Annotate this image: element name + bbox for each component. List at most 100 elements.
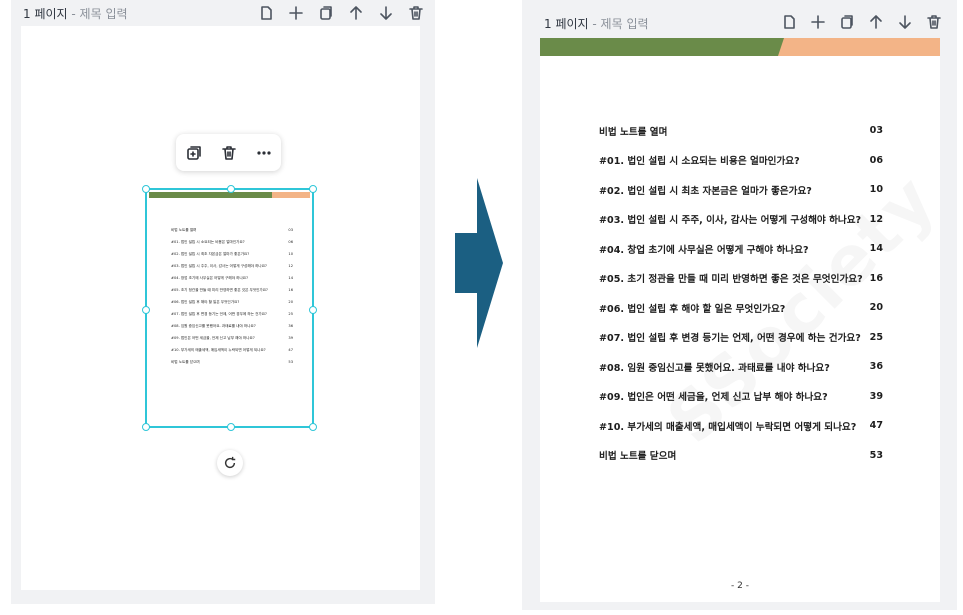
page-icon[interactable] — [780, 13, 798, 31]
toc-row: #09. 법인은 어떤 세금을, 언제 신고 납부 해야 하나요? 39 — [599, 382, 883, 412]
page-title-input[interactable]: 제목 입력 — [601, 17, 649, 31]
toc-entry-page: 10 — [288, 252, 293, 256]
page-number: - 2 - — [731, 581, 749, 591]
mini-toc-row: #02. 법인 설립 시 최초 자본금은 얼마가 좋은가요? 10 — [171, 248, 293, 260]
toc-entry-page: 36 — [288, 324, 293, 328]
toc-entry-page: 16 — [288, 288, 293, 292]
element-context-toolbar — [176, 134, 281, 171]
toc-entry-title: 비법 노트를 닫으며 — [599, 451, 677, 463]
duplicate-icon[interactable] — [317, 4, 335, 22]
page-label: 1 페이지 — [544, 17, 589, 31]
toc-row: #06. 법인 설립 후 해야 할 일은 무엇인가요? 20 — [599, 293, 883, 323]
resize-handle-top-left[interactable] — [142, 185, 150, 193]
duplicate-plus-icon[interactable] — [185, 144, 203, 162]
left-editor-panel: 1 페이지 - 제목 입력 비법 노트를 열며 03 #01. 법인 설립 시 소요… — [11, 0, 435, 604]
rotate-icon — [224, 456, 236, 469]
toc-entry-page: 47 — [288, 348, 293, 352]
selected-page-element[interactable]: 비법 노트를 열며 03 #01. 법인 설립 시 소요되는 비용은 얼마인가요? 0… — [142, 185, 317, 431]
add-icon[interactable] — [287, 4, 305, 22]
mini-toc-row: 비법 노트를 열며 03 — [171, 224, 293, 236]
resize-handle-bottom[interactable] — [227, 423, 235, 431]
mini-toc-row: #01. 법인 설립 시 소요되는 비용은 얼마인가요? 06 — [171, 236, 293, 248]
transition-arrow-icon — [455, 178, 503, 348]
mini-toc-row: #06. 법인 설립 후 해야 할 일은 무엇인가요? 20 — [171, 296, 293, 308]
arrow-up-icon[interactable] — [867, 13, 885, 31]
trash-icon[interactable] — [220, 144, 238, 162]
toc-entry-page: 25 — [869, 331, 883, 343]
toc-entry-title: #02. 법인 설립 시 최초 자본금은 얼마가 좋은가요? — [171, 252, 250, 256]
toc-entry-title: #08. 임원 중임신고를 못했어요. 과태료를 내야 하나요? — [599, 362, 830, 374]
mini-toc-row: #04. 창업 초기에 사무실은 어떻게 구해야 하나요? 14 — [171, 272, 293, 284]
arrow-up-icon[interactable] — [347, 4, 365, 22]
toc-entry-page: 03 — [869, 125, 883, 137]
toc-entry-title: #03. 법인 설립 시 주주, 이사, 감사는 어떻게 구성해야 하나요? — [599, 215, 862, 227]
resize-handle-bottom-right[interactable] — [309, 423, 317, 431]
resize-handle-top-right[interactable] — [309, 185, 317, 193]
toc-entry-title: #09. 법인은 어떤 세금을, 언제 신고 납부 해야 하나요? — [599, 392, 828, 404]
mini-page-thumbnail: 비법 노트를 열며 03 #01. 법인 설립 시 소요되는 비용은 얼마인가요? 0… — [149, 192, 310, 424]
duplicate-icon[interactable] — [838, 13, 856, 31]
toc-entry-title: #05. 초기 정관을 만들 때 미리 반영하면 좋은 것은 무엇인가요? — [171, 288, 268, 292]
toc-entry-page: 20 — [288, 300, 293, 304]
toc-row: #08. 임원 중임신고를 못했어요. 과태료를 내야 하나요? 36 — [599, 352, 883, 382]
arrow-down-icon[interactable] — [896, 13, 914, 31]
arrow-down-icon[interactable] — [377, 4, 395, 22]
toc-row: 비법 노트를 열며 03 — [599, 116, 883, 146]
trash-icon[interactable] — [925, 13, 943, 31]
toc-entry-page: 47 — [869, 420, 883, 432]
add-icon[interactable] — [809, 13, 827, 31]
mini-toc-row: #09. 법인은 어떤 세금을, 언제 신고 납부 해야 하나요? 39 — [171, 332, 293, 344]
header-band-peach — [778, 38, 940, 56]
header-band-peach — [272, 192, 310, 198]
toc-entry-title: #09. 법인은 어떤 세금을, 언제 신고 납부 해야 하나요? — [171, 336, 255, 340]
resize-handle-left[interactable] — [142, 306, 150, 314]
toc-entry-page: 16 — [869, 272, 883, 284]
toc-entry-page: 12 — [288, 264, 293, 268]
toc-entry-title: #01. 법인 설립 시 소요되는 비용은 얼마인가요? — [171, 240, 245, 244]
document-page[interactable]: SSociety 비법 노트를 열며03#01. 법인 설립 시 소요되는 비용… — [540, 38, 940, 602]
editor-canvas[interactable]: 비법 노트를 열며 03 #01. 법인 설립 시 소요되는 비용은 얼마인가요? 0… — [21, 26, 420, 590]
more-icon[interactable] — [255, 144, 273, 162]
trash-icon[interactable] — [407, 4, 425, 22]
page-toolbar — [780, 13, 943, 31]
resize-handle-top[interactable] — [227, 185, 235, 193]
toc-entry-page: 39 — [288, 336, 293, 340]
toc-entry-title: #06. 법인 설립 후 해야 할 일은 무엇인가요? — [171, 300, 240, 304]
toc-entry-page: 39 — [869, 390, 883, 402]
page-toolbar — [257, 4, 425, 22]
rotate-button[interactable] — [217, 450, 243, 476]
resize-handle-right[interactable] — [309, 306, 317, 314]
toc-entry-page: 20 — [869, 302, 883, 314]
toc-entry-page: 36 — [869, 361, 883, 373]
toc-entry-title: #04. 창업 초기에 사무실은 어떻게 구해야 하나요? — [599, 244, 809, 256]
page-header: 1 페이지 - 제목 입력 — [544, 17, 649, 31]
toc-row: #07. 법인 설립 후 변경 등기는 언제, 어떤 경우에 하는 건가요? 25 — [599, 323, 883, 353]
toc-entry-title: #01. 법인 설립 시 소요되는 비용은 얼마인가요? — [599, 156, 800, 168]
toc-row: #05. 초기 정관을 만들 때 미리 반영하면 좋은 것은 무엇인가요? 16 — [599, 264, 883, 294]
mini-toc-row: #03. 법인 설립 시 주주, 이사, 감사는 어떻게 구성해야 하나요? 12 — [171, 260, 293, 272]
toc-entry-title: #10. 부가세의 매출세액, 매입세액이 누락되면 어떻게 되나요? — [599, 421, 857, 433]
toc-row: 비법 노트를 닫으며 53 — [599, 441, 883, 471]
mini-toc-row: #08. 임원 중임신고를 못했어요. 과태료를 내야 하나요? 36 — [171, 320, 293, 332]
toc-entry-page: 14 — [869, 243, 883, 255]
mini-toc-row: #05. 초기 정관을 만들 때 미리 반영하면 좋은 것은 무엇인가요? 16 — [171, 284, 293, 296]
toc-entry-title: #07. 법인 설립 후 변경 등기는 언제, 어떤 경우에 하는 건가요? — [599, 333, 861, 345]
mini-toc-row: 비법 노트를 닫으며 53 — [171, 356, 293, 368]
toc-entry-page: 14 — [288, 276, 293, 280]
resize-handle-bottom-left[interactable] — [142, 423, 150, 431]
toc-row: #01. 법인 설립 시 소요되는 비용은 얼마인가요? 06 — [599, 146, 883, 176]
right-preview-panel: 1 페이지 - 제목 입력 SSociety 비법 노트를 열며03#01. 법… — [522, 0, 957, 610]
page-header: 1 페이지 - 제목 입력 — [23, 7, 128, 21]
toc-row: #03. 법인 설립 시 주주, 이사, 감사는 어떻게 구성해야 하나요? 12 — [599, 205, 883, 235]
toc-entry-title: 비법 노트를 열며 — [599, 126, 668, 138]
toc-entry-title: #08. 임원 중임신고를 못했어요. 과태료를 내야 하나요? — [171, 324, 256, 328]
toc-entry-page: 25 — [288, 312, 293, 316]
mini-toc-row: #10. 부가세의 매출세액, 매입세액이 누락되면 어떻게 되나요? 47 — [171, 344, 293, 356]
page-title-input[interactable]: 제목 입력 — [80, 7, 128, 21]
toc-entry-title: #10. 부가세의 매출세액, 매입세액이 누락되면 어떻게 되나요? — [171, 348, 266, 352]
toc-row: #02. 법인 설립 시 최초 자본금은 얼마가 좋은가요? 10 — [599, 175, 883, 205]
page-label: 1 페이지 — [23, 7, 68, 21]
page-icon[interactable] — [257, 4, 275, 22]
toc-entry-page: 06 — [869, 154, 883, 166]
mini-toc-row: #07. 법인 설립 후 변경 등기는 언제, 어떤 경우에 하는 건가요? 25 — [171, 308, 293, 320]
